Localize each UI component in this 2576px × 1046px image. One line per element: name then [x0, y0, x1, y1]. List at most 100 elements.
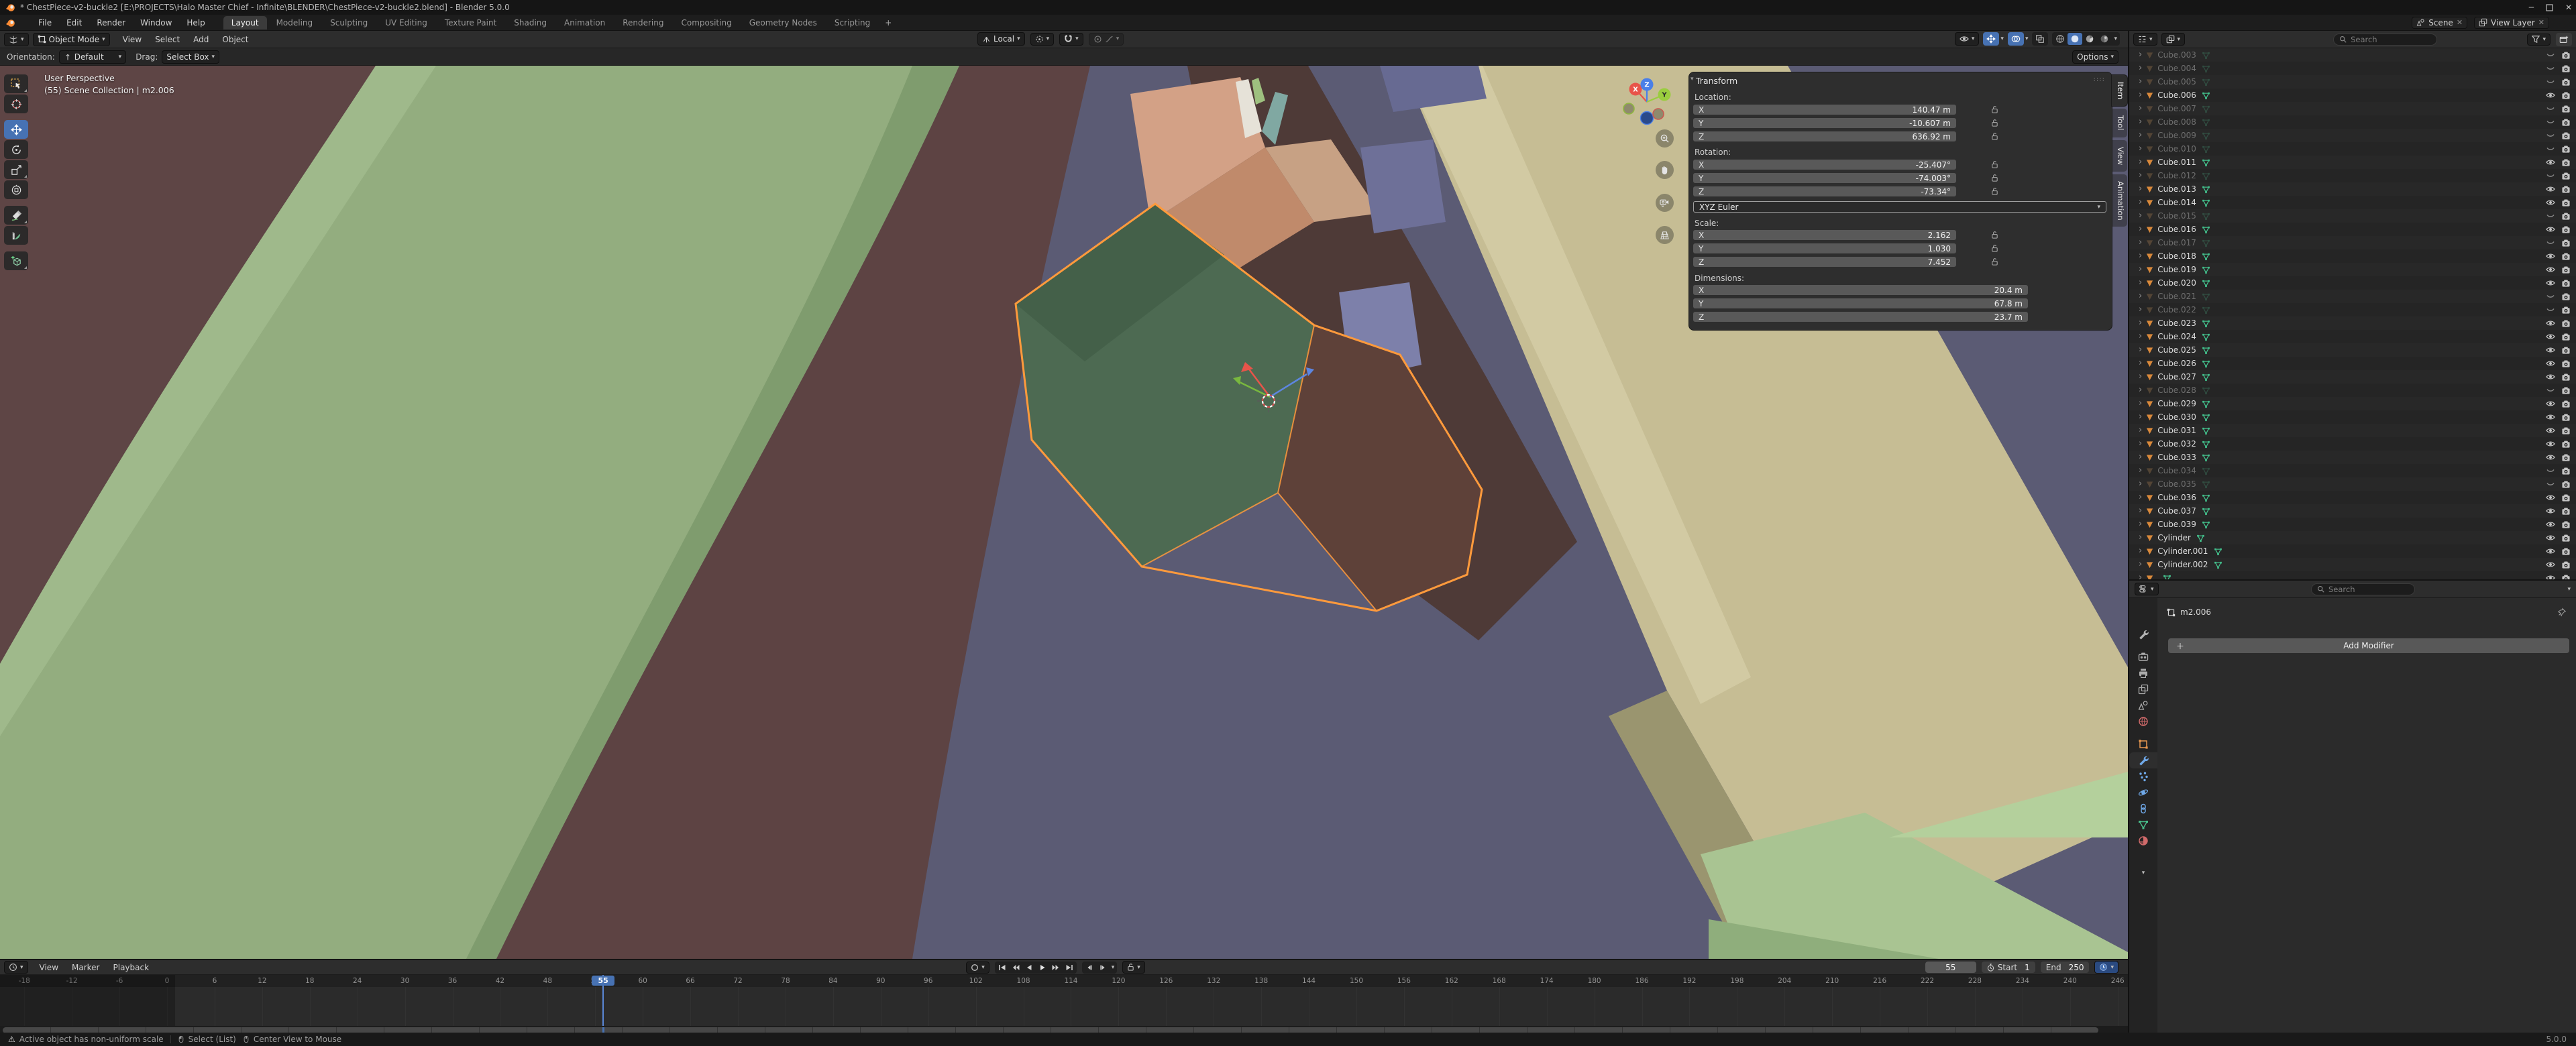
hide-in-viewport-toggle[interactable]	[2546, 453, 2555, 462]
expand-icon[interactable]: ›	[2139, 105, 2142, 112]
lock-icon[interactable]	[1991, 231, 1998, 239]
hide-in-viewport-toggle[interactable]	[2546, 64, 2555, 73]
expand-icon[interactable]: ›	[2139, 454, 2142, 461]
workspace-tab-uv-editing[interactable]: UV Editing	[377, 16, 435, 30]
outliner-display-mode[interactable]: ▾	[2133, 33, 2157, 46]
expand-icon[interactable]: ›	[2139, 373, 2142, 380]
frame-prev-button[interactable]	[1083, 962, 1096, 973]
disable-in-renders-toggle[interactable]	[2561, 467, 2571, 475]
object-name[interactable]: Cube.016	[2157, 225, 2196, 234]
outliner-row[interactable]: ›Cube.022	[2129, 303, 2576, 316]
current-frame-field[interactable]: 55	[1925, 962, 1976, 973]
disable-in-renders-toggle[interactable]	[2561, 319, 2571, 328]
hide-in-viewport-toggle[interactable]	[2546, 573, 2555, 579]
expand-icon[interactable]: ›	[2139, 239, 2142, 246]
keyframe-prev-button[interactable]	[1009, 962, 1022, 973]
workspace-tab-shading[interactable]: Shading	[506, 16, 555, 30]
outliner-row[interactable]: ›Cube.008	[2129, 115, 2576, 129]
jump-first-button[interactable]	[996, 962, 1009, 973]
hide-in-viewport-toggle[interactable]	[2546, 198, 2555, 207]
object-name[interactable]: Cube.005	[2157, 77, 2196, 86]
properties-tab-modifiers[interactable]	[2129, 752, 2157, 768]
outliner-row[interactable]: ›Cube.012	[2129, 169, 2576, 182]
object-name[interactable]: Cube.021	[2157, 292, 2196, 301]
menu-render[interactable]: Render	[91, 17, 131, 29]
object-name[interactable]: Cube.020	[2157, 278, 2196, 288]
hide-in-viewport-toggle[interactable]	[2546, 211, 2555, 221]
object-name[interactable]: Cube.006	[2157, 91, 2196, 100]
expand-icon[interactable]: ›	[2139, 92, 2142, 99]
lock-icon[interactable]	[1991, 119, 1998, 127]
menu-window[interactable]: Window	[134, 17, 178, 29]
object-name[interactable]: Cube.022	[2157, 305, 2196, 314]
hide-in-viewport-toggle[interactable]	[2546, 520, 2555, 529]
xray-toggle[interactable]	[2032, 32, 2048, 46]
object-name[interactable]: Cube.035	[2157, 479, 2196, 489]
object-name[interactable]: Cube.039	[2157, 520, 2196, 529]
outliner-search-input[interactable]	[2351, 35, 2431, 44]
show-gizmo-toggle[interactable]	[1983, 32, 1999, 46]
hide-in-viewport-toggle[interactable]	[2546, 77, 2555, 86]
expand-icon[interactable]: ›	[2139, 146, 2142, 152]
properties-tab-tool[interactable]	[2129, 626, 2157, 642]
hide-in-viewport-toggle[interactable]	[2546, 265, 2555, 274]
object-name[interactable]: Cube.029	[2157, 399, 2196, 408]
disable-in-renders-toggle[interactable]	[2561, 292, 2571, 301]
disable-in-renders-toggle[interactable]	[2561, 78, 2571, 86]
disable-in-renders-toggle[interactable]	[2561, 547, 2571, 556]
play-button[interactable]	[1036, 962, 1049, 973]
disable-in-renders-toggle[interactable]	[2561, 520, 2571, 529]
disable-in-renders-toggle[interactable]	[2561, 561, 2571, 569]
playhead-frame-badge[interactable]: 55	[592, 976, 614, 986]
lock-icon[interactable]	[1991, 132, 1998, 141]
hide-in-viewport-toggle[interactable]	[2546, 359, 2555, 368]
orientation-dropdown[interactable]: Default ▾	[59, 50, 126, 64]
outliner-row[interactable]: ›Cube.024	[2129, 330, 2576, 343]
outliner-search[interactable]	[2333, 34, 2437, 46]
disable-in-renders-toggle[interactable]	[2561, 51, 2571, 60]
hide-in-viewport-toggle[interactable]	[2546, 50, 2555, 60]
outliner-row[interactable]: ›Cube.003	[2129, 48, 2576, 62]
object-name[interactable]: Cube.032	[2157, 439, 2196, 449]
keyframe-next-button[interactable]	[1049, 962, 1063, 973]
hide-in-viewport-toggle[interactable]	[2546, 372, 2555, 382]
object-name[interactable]: Cylinder.001	[2157, 546, 2208, 556]
outliner-row[interactable]: ›Cube.016	[2129, 223, 2576, 236]
zoom-button[interactable]	[1656, 129, 1674, 148]
properties-search-input[interactable]	[2328, 585, 2409, 594]
mode-selector[interactable]: Object Mode ▾	[33, 33, 110, 46]
tool-cursor[interactable]	[4, 95, 28, 113]
object-name[interactable]: Cube.030	[2157, 412, 2196, 422]
expand-icon[interactable]: ›	[2139, 414, 2142, 420]
frame-step-dropdown[interactable]: ▾	[1110, 964, 1117, 971]
disable-in-renders-toggle[interactable]	[2561, 239, 2571, 247]
expand-icon[interactable]: ›	[2139, 534, 2142, 541]
timeline-editor-type[interactable]: ▾	[4, 961, 28, 974]
hide-in-viewport-toggle[interactable]	[2546, 278, 2555, 288]
object-name[interactable]: Cube.007	[2157, 104, 2196, 113]
outliner-row[interactable]: ›Cube.029	[2129, 397, 2576, 410]
outliner-row[interactable]: ›Cube.014	[2129, 196, 2576, 209]
properties-tabs-overflow[interactable]: ▾	[2129, 865, 2157, 881]
pivot-point-selector[interactable]: ▾	[1030, 33, 1055, 46]
value-field[interactable]: Y-74.003°	[1693, 173, 1956, 183]
workspace-tab-scripting[interactable]: Scripting	[826, 16, 878, 30]
viewport-menu-view[interactable]: View	[117, 34, 148, 46]
frame-next-button[interactable]	[1096, 962, 1110, 973]
sidebar-tab-view[interactable]: View	[2112, 140, 2127, 172]
disable-in-renders-toggle[interactable]	[2561, 373, 2571, 382]
new-collection-button[interactable]	[2556, 33, 2572, 46]
hide-in-viewport-toggle[interactable]	[2546, 412, 2555, 422]
outliner-row[interactable]: ›Cube.023	[2129, 316, 2576, 330]
disable-in-renders-toggle[interactable]	[2561, 64, 2571, 73]
value-field[interactable]: Y67.8 m	[1693, 298, 2028, 308]
object-name[interactable]: Cube.009	[2157, 131, 2196, 140]
frame-start-field[interactable]: Start 1	[1982, 962, 2035, 973]
expand-icon[interactable]: ›	[2139, 548, 2142, 555]
expand-icon[interactable]: ›	[2139, 253, 2142, 259]
expand-icon[interactable]: ›	[2139, 199, 2142, 206]
expand-icon[interactable]: ›	[2139, 52, 2142, 58]
object-name[interactable]: Cube.018	[2157, 251, 2196, 261]
rotation-mode-dropdown[interactable]: XYZ Euler▾	[1693, 201, 2106, 213]
object-name[interactable]: Cube.011	[2157, 158, 2196, 167]
